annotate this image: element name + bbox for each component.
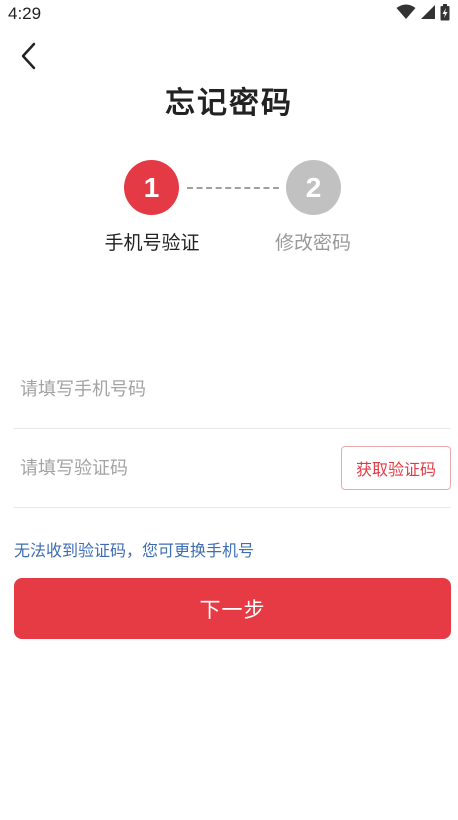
verification-code-row: 获取验证码 [14, 429, 451, 508]
step-1-indicator: 1 [124, 160, 179, 215]
step-connector [187, 187, 279, 189]
verification-code-input[interactable] [14, 429, 320, 507]
battery-icon [440, 3, 450, 25]
status-icons [396, 3, 450, 25]
step-1-label: 手机号验证 [104, 232, 200, 254]
wifi-icon [396, 4, 416, 24]
status-bar: 4:29 [0, 0, 458, 30]
step-2-label: 修改密码 [274, 232, 351, 254]
phone-row [14, 350, 451, 429]
phone-input[interactable] [14, 350, 320, 428]
get-code-button[interactable]: 获取验证码 [341, 446, 451, 490]
back-arrow-icon [20, 42, 36, 74]
change-phone-link[interactable]: 无法收到验证码，您可更换手机号 [14, 537, 254, 561]
back-button[interactable] [12, 42, 44, 74]
status-time: 4:29 [8, 4, 42, 23]
signal-icon [420, 4, 436, 24]
next-step-button[interactable]: 下一步 [14, 578, 451, 639]
page-title: 忘记密码 [165, 86, 293, 121]
step-2-indicator: 2 [286, 160, 341, 215]
